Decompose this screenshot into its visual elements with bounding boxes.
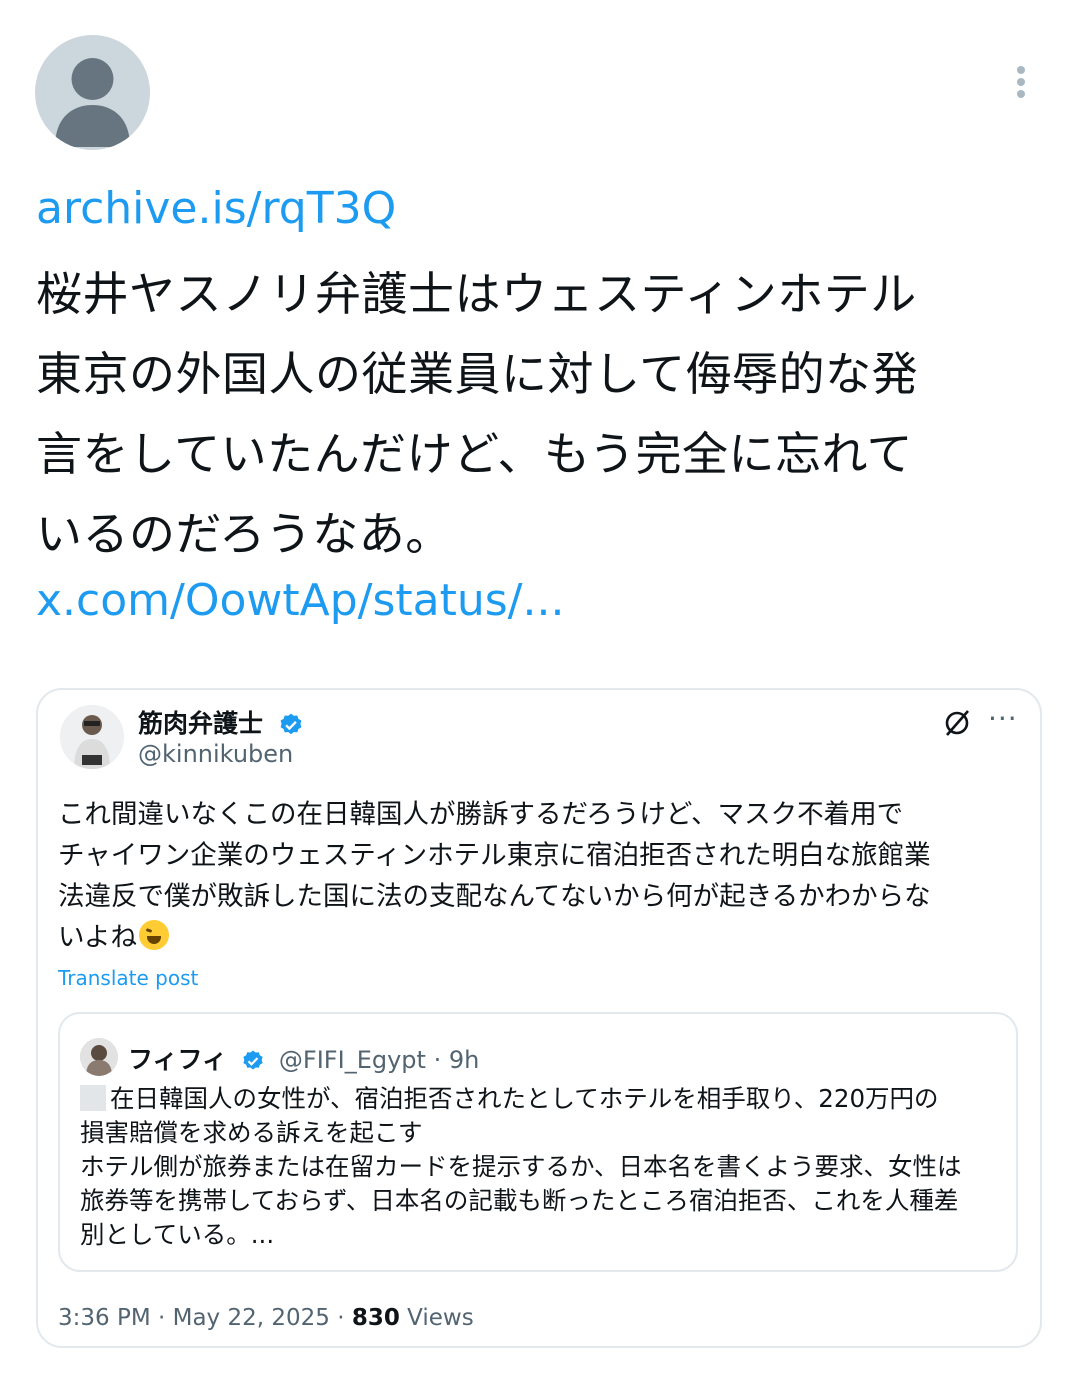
translate-post-link[interactable]: Translate post — [58, 966, 198, 990]
profile-avatar[interactable] — [35, 35, 150, 150]
nested-author-avatar[interactable] — [80, 1038, 118, 1076]
tweet-text-line: いるのだろうなあ。 — [36, 507, 452, 561]
quoted-tweet-card[interactable]: 筋肉弁護士 @kinnikuben ··· これ間違いなくこの在日韓国人が勝訴す… — [36, 688, 1042, 1348]
nested-text-line: 在日韓国人の女性が、宿泊拒否されたとしてホテルを相手取り、220万円の — [110, 1084, 939, 1113]
quote-author-name[interactable]: 筋肉弁護士 — [138, 704, 304, 740]
nested-quoted-tweet-card[interactable]: フィフィ @FIFI_Egypt · 9h 在日韓国人の女性が、宿泊拒否されたと… — [58, 1012, 1018, 1272]
quote-text-line: 法違反で僕が敗訴した国に法の支配なんてないから何が起きるかわからな — [58, 881, 931, 912]
quote-text-line: これ間違いなくこの在日韓国人が勝訴するだろうけど、マスク不着用で — [58, 799, 904, 830]
nested-text-line: 損害賠償を求める訴えを起こす — [80, 1118, 423, 1147]
tweet-text-line: 東京の外国人の従業員に対して侮辱的な発 — [36, 347, 919, 401]
verified-badge-icon — [280, 713, 302, 735]
tweet-meta: 3:36 PM · May 22, 2025 · 830 Views — [58, 1305, 474, 1331]
quote-text: これ間違いなくこの在日韓国人が勝訴するだろうけど、マスク不着用で チャイワン企業… — [58, 794, 1028, 958]
more-options-icon[interactable]: ··· — [988, 702, 1018, 735]
tweet-text: 桜井ヤスノリ弁護士はウェスティンホテル 東京の外国人の従業員に対して侮辱的な発 … — [36, 254, 1036, 574]
nested-author-handle-time: @FIFI_Egypt · 9h — [278, 1046, 480, 1074]
quote-author-handle[interactable]: @kinnikuben — [138, 740, 293, 768]
quote-text-line: いよね — [58, 922, 137, 953]
nested-author-name: フィフィ — [128, 1045, 228, 1074]
nested-text-line: ホテル側が旅券または在留カードを提示するか、日本名を書くよう要求、女性は — [80, 1152, 962, 1181]
nested-text-line: 別としている。... — [80, 1220, 275, 1249]
quote-author-avatar[interactable] — [60, 705, 124, 769]
quoted-status-link[interactable]: x.com/OowtAp/status/... — [36, 570, 564, 632]
more-options-icon[interactable] — [1008, 60, 1036, 104]
quote-text-line: チャイワン企業のウェスティンホテル東京に宿泊拒否された明白な旅館業 — [58, 840, 931, 871]
rolling-on-floor-laughing-emoji-icon — [138, 920, 169, 950]
views-label: Views — [399, 1305, 474, 1331]
tweet-text-line: 言をしていたんだけど、もう完全に忘れて — [36, 427, 914, 481]
timestamp[interactable]: 3:36 PM · May 22, 2025 · — [58, 1305, 352, 1331]
verified-badge-icon — [243, 1050, 263, 1070]
tweet-text-line: 桜井ヤスノリ弁護士はウェスティンホテル — [36, 267, 917, 321]
views-count: 830 — [351, 1305, 400, 1331]
nested-text-line: 旅券等を携帯しておらず、日本名の記載も断ったところ宿泊拒否、これを人種差 — [80, 1186, 959, 1215]
person-photo-icon — [60, 705, 124, 769]
nested-quote-text: 在日韓国人の女性が、宿泊拒否されたとしてホテルを相手取り、220万円の 損害賠償… — [80, 1082, 1010, 1252]
flag-emoji-icon — [80, 1085, 106, 1111]
archive-link[interactable]: archive.is/rqT3Q — [36, 178, 396, 240]
person-photo-icon — [80, 1038, 118, 1076]
default-avatar-icon — [55, 58, 130, 147]
grok-icon[interactable] — [942, 708, 972, 738]
nested-author-header[interactable]: フィフィ @FIFI_Egypt · 9h — [128, 1040, 479, 1076]
